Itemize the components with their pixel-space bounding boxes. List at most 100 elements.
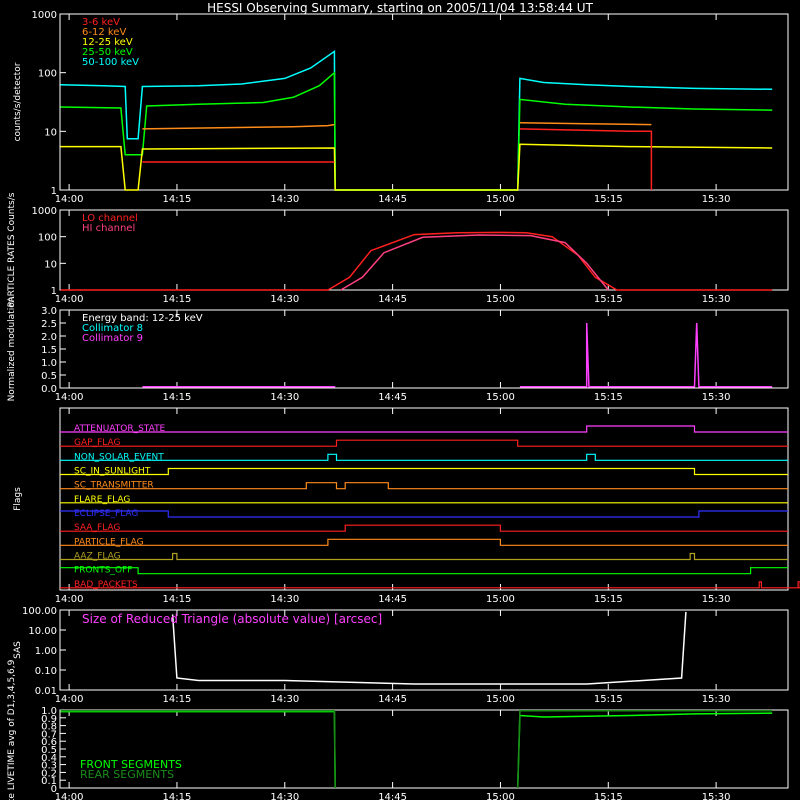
flag-line-0 xyxy=(60,425,788,433)
flag-label-2: NON_SOLAR_EVENT xyxy=(74,452,164,462)
sas-xtick-label-2: 14:30 xyxy=(270,694,299,705)
particle-xtick-label-3: 14:45 xyxy=(378,294,407,305)
flag-line-6 xyxy=(60,510,788,518)
modulation-xtick-label-1: 14:15 xyxy=(163,392,192,403)
livetime-xtick-label-1: 14:15 xyxy=(163,792,192,800)
sas-ylabel: SAS xyxy=(13,641,23,659)
sas-annotation: Size of Reduced Triangle (absolute value… xyxy=(82,612,382,626)
particle-ytick-label-0: 1 xyxy=(51,286,57,297)
particle-xtick-label-1: 14:15 xyxy=(163,294,192,305)
flag-label-1: GAP_FLAG xyxy=(74,438,120,448)
modulation-xtick-label-4: 15:00 xyxy=(486,392,515,403)
flag-line-3 xyxy=(60,467,788,476)
sas-xtick-label-3: 14:45 xyxy=(378,694,407,705)
counts-xtick-label-6: 15:30 xyxy=(702,194,731,205)
particle-series-0-segment-0 xyxy=(60,231,773,291)
flags-xtick-label-5: 15:15 xyxy=(594,594,623,605)
flag-line-4 xyxy=(60,482,788,490)
flag-label-10: FRONTS_OFF xyxy=(74,566,132,576)
flag-line-1 xyxy=(60,439,788,447)
sas-xtick-label-1: 14:15 xyxy=(163,694,192,705)
flags-xtick-label-6: 15:30 xyxy=(702,594,731,605)
flag-label-9: AAZ_FLAG xyxy=(74,552,121,562)
livetime-ylabel: Mon. Rate LIVETIME avg of D1,3,4,5,6,9 xyxy=(7,659,17,800)
sas-xtick-label-0: 14:00 xyxy=(55,694,84,705)
sas-xtick-label-6: 15:30 xyxy=(702,694,731,705)
modulation-ytick-label-0: 0.0 xyxy=(41,384,57,395)
counts-series-3-segment-0 xyxy=(60,143,773,191)
flag-line-11 xyxy=(60,581,800,589)
modulation-ytick-label-2: 1.0 xyxy=(41,358,57,369)
flag-label-11: BAD_PACKETS xyxy=(74,580,138,590)
counts-xtick-label-3: 14:45 xyxy=(378,194,407,205)
flag-label-6: ECLIPSE_FLAG xyxy=(74,509,138,519)
livetime-xtick-label-3: 14:45 xyxy=(378,792,407,800)
particle-xtick-label-6: 15:30 xyxy=(702,294,731,305)
modulation-xtick-label-6: 15:30 xyxy=(702,392,731,403)
flag-label-3: SC_IN_SUNLIGHT xyxy=(74,467,151,477)
particle-xtick-label-4: 15:00 xyxy=(486,294,515,305)
flag-line-7 xyxy=(60,524,788,532)
modulation-ytick-label-3: 1.5 xyxy=(41,345,57,356)
flag-line-10 xyxy=(60,567,788,575)
counts-xtick-label-4: 15:00 xyxy=(486,194,515,205)
sas-ytick-label-3: 10.00 xyxy=(28,626,57,637)
flags-xtick-label-1: 14:15 xyxy=(163,594,192,605)
modulation-legend-2: Collimator 9 xyxy=(82,333,143,344)
counts-ytick-label-2: 100 xyxy=(38,69,57,80)
counts-series-0-segment-0 xyxy=(60,49,773,191)
modulation-ytick-label-4: 2.0 xyxy=(41,332,57,343)
livetime-xtick-label-5: 15:15 xyxy=(594,792,623,800)
particle-legend-1: HI channel xyxy=(82,223,135,234)
modulation-xtick-label-5: 15:15 xyxy=(594,392,623,403)
particle-ytick-label-2: 100 xyxy=(38,233,57,244)
livetime-xtick-label-2: 14:30 xyxy=(270,792,299,800)
counts-frame xyxy=(59,13,789,191)
particle-series-1-segment-0 xyxy=(340,234,609,291)
modulation-series-0-segment-1 xyxy=(519,322,773,388)
livetime-xtick-label-0: 14:00 xyxy=(55,792,84,800)
modulation-xtick-label-0: 14:00 xyxy=(55,392,84,403)
flag-line-9 xyxy=(60,552,788,561)
modulation-ytick-label-6: 3.0 xyxy=(41,306,57,317)
flags-xtick-label-2: 14:30 xyxy=(270,594,299,605)
particle-ytick-label-1: 10 xyxy=(44,259,57,270)
sas-ytick-label-0: 0.01 xyxy=(35,686,57,697)
flags-frame xyxy=(59,407,789,591)
counts-ylabel: counts/s/detector xyxy=(13,62,23,141)
modulation-xtick-label-3: 14:45 xyxy=(378,392,407,403)
livetime-legend-1: REAR SEGMENTS xyxy=(80,768,174,781)
counts-series-2-segment-1 xyxy=(519,122,652,126)
flags-ylabel: Flags xyxy=(13,487,23,511)
counts-xtick-label-0: 14:00 xyxy=(55,194,84,205)
sas-ytick-label-2: 1.00 xyxy=(35,646,57,657)
flag-label-4: SC_TRANSMITTER xyxy=(74,481,154,491)
particle-ytick-label-3: 1000 xyxy=(32,206,57,217)
counts-xtick-label-1: 14:15 xyxy=(163,194,192,205)
sas-xtick-label-4: 15:00 xyxy=(486,694,515,705)
particle-xtick-label-0: 14:00 xyxy=(55,294,84,305)
sas-ytick-label-4: 100.00 xyxy=(22,606,57,617)
counts-ytick-label-3: 1000 xyxy=(32,10,57,21)
flag-line-8 xyxy=(60,538,788,546)
counts-series-4-segment-1 xyxy=(519,128,653,190)
livetime-series-1-segment-1 xyxy=(516,710,773,789)
counts-ytick-label-1: 10 xyxy=(44,127,57,138)
counts-legend-4: 50-100 keV xyxy=(82,57,139,68)
sas-ytick-label-1: 0.10 xyxy=(35,666,57,677)
counts-ytick-label-0: 1 xyxy=(51,186,57,197)
particle-xtick-label-5: 15:15 xyxy=(594,294,623,305)
flag-label-8: PARTICLE_FLAG xyxy=(74,537,144,547)
particle-xtick-label-2: 14:30 xyxy=(270,294,299,305)
livetime-xtick-label-6: 15:30 xyxy=(702,792,731,800)
counts-xtick-label-2: 14:30 xyxy=(270,194,299,205)
modulation-ytick-label-5: 2.5 xyxy=(41,319,57,330)
modulation-ylabel: Normalized modulation xyxy=(7,297,17,402)
plot-canvas: 14:00 14:15 14:30 14:45 15:00 15:15 15:30 count… xyxy=(7,10,800,800)
counts-xtick-label-5: 15:15 xyxy=(594,194,623,205)
flags-xtick-label-3: 14:45 xyxy=(378,594,407,605)
particle-frame xyxy=(59,209,789,291)
counts-series-1-segment-0 xyxy=(60,71,773,191)
flags-xtick-label-4: 15:00 xyxy=(486,594,515,605)
particle-ylabel: PARTICLE RATES Counts/s xyxy=(7,192,17,307)
